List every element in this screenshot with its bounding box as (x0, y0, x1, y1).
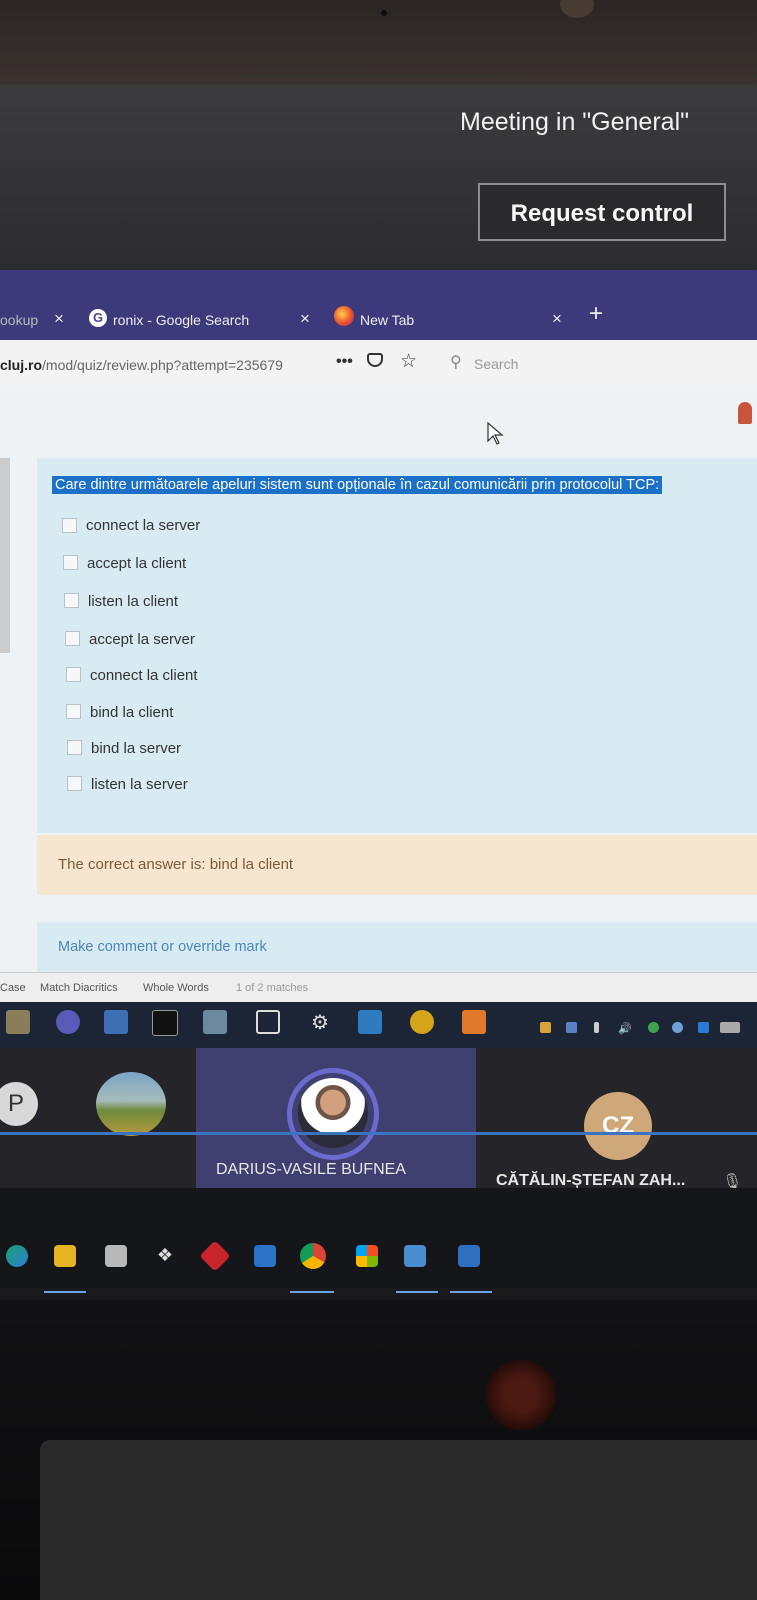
network-icon[interactable] (104, 1010, 128, 1034)
tray-icon[interactable] (540, 1022, 551, 1033)
answer-checkbox[interactable] (62, 518, 77, 533)
notification-bell-icon[interactable] (738, 402, 752, 424)
app-icon[interactable] (410, 1010, 434, 1034)
answer-checkbox[interactable] (66, 704, 81, 719)
meeting-title: Meeting in "General" (460, 108, 689, 136)
active-indicator (290, 1291, 334, 1293)
bookmark-star-icon[interactable]: ☆ (400, 350, 417, 373)
bluetooth-icon[interactable] (698, 1022, 709, 1033)
battery-icon (720, 1022, 740, 1033)
make-comment-link[interactable]: Make comment or override mark (58, 939, 267, 955)
active-indicator (44, 1291, 86, 1293)
file-explorer-icon[interactable] (54, 1245, 76, 1267)
tab-lookup[interactable]: ookup (0, 312, 38, 328)
active-indicator (396, 1291, 438, 1293)
answer-option: connect la client (90, 667, 198, 684)
answer-checkbox[interactable] (63, 555, 78, 570)
store-icon[interactable] (105, 1245, 127, 1267)
browser-tab-bar (0, 270, 757, 340)
mail-icon[interactable] (254, 1245, 276, 1267)
new-tab-button[interactable]: + (589, 300, 603, 328)
tab-close-icon[interactable]: × (54, 309, 64, 329)
teams-icon[interactable] (56, 1010, 80, 1034)
answer-option: listen la client (88, 593, 179, 610)
webcam (381, 10, 387, 16)
answer-option: bind la client (90, 704, 174, 721)
vs-code-icon[interactable] (358, 1010, 382, 1034)
search-icon: ⚲ (450, 354, 462, 371)
url-path: /mod/quiz/review.php?attempt=235679 (42, 357, 283, 373)
virtualbox-icon[interactable] (256, 1010, 280, 1034)
laptop-bezel (0, 0, 757, 85)
search-placeholder: Search (474, 356, 519, 372)
terminal-icon[interactable] (152, 1010, 178, 1036)
chrome-icon[interactable] (300, 1243, 326, 1269)
desk-surface (40, 1440, 757, 1600)
office-icon[interactable] (356, 1245, 378, 1267)
page-actions-menu-icon[interactable]: ••• (336, 353, 353, 371)
request-control-button[interactable]: Request control (478, 183, 726, 241)
tab-google-search[interactable]: ronix - Google Search (113, 312, 249, 328)
progress-line (0, 1132, 757, 1135)
url-host: cluj.ro (0, 357, 43, 373)
tray-icon[interactable] (672, 1022, 683, 1033)
app-icon[interactable] (404, 1245, 426, 1267)
firefox-icon (334, 306, 354, 326)
answer-option: accept la server (89, 631, 195, 648)
find-whole-words[interactable]: Whole Words (143, 982, 209, 994)
google-icon: G (89, 309, 107, 327)
tab-new-tab[interactable]: New Tab (360, 312, 414, 328)
active-indicator (450, 1291, 492, 1293)
participant-avatar[interactable] (96, 1072, 166, 1136)
tray-icon[interactable] (648, 1022, 659, 1033)
answer-checkbox[interactable] (64, 593, 79, 608)
settings-gear-icon[interactable]: ⚙ (308, 1010, 332, 1034)
volume-icon[interactable]: 🔊 (618, 1022, 632, 1035)
answer-option: accept la client (87, 555, 187, 572)
answer-checkbox[interactable] (67, 776, 82, 791)
find-match-case[interactable]: Case (0, 982, 26, 994)
feedback-text: The correct answer is: bind la client (58, 856, 294, 873)
speaker-name: DARIUS-VASILE BUFNEA (216, 1161, 406, 1178)
find-match-count: 1 of 2 matches (236, 982, 309, 994)
answer-checkbox[interactable] (65, 631, 80, 646)
url-text[interactable]: cluj.ro/mod/quiz/review.php?attempt=2356… (0, 357, 283, 373)
files-icon[interactable] (203, 1010, 227, 1034)
participant-avatar[interactable]: CZ (584, 1092, 652, 1160)
local-taskbar (0, 1188, 757, 1288)
usb-icon[interactable] (594, 1022, 599, 1033)
find-match-diacritics[interactable]: Match Diacritics (40, 982, 118, 994)
answer-option: bind la server (91, 740, 182, 757)
speaker-avatar[interactable] (298, 1078, 368, 1148)
edge-icon[interactable] (6, 1245, 28, 1267)
app-icon[interactable] (462, 1010, 486, 1034)
tab-close-icon[interactable]: × (552, 309, 562, 329)
mouse-cursor-icon (487, 422, 504, 445)
app-icon[interactable] (458, 1245, 480, 1267)
taskbar-app-icon[interactable] (6, 1010, 30, 1034)
dropbox-icon[interactable]: ❖ (154, 1245, 176, 1267)
answer-option: connect la server (86, 517, 201, 534)
tray-icon[interactable] (566, 1022, 577, 1033)
question-text: Care dintre următoarele apeluri sistem s… (52, 476, 663, 494)
tab-close-icon[interactable]: × (300, 309, 310, 329)
answer-checkbox[interactable] (67, 740, 82, 755)
answer-option: listen la server (91, 776, 188, 793)
left-panel-edge (0, 458, 10, 653)
answer-checkbox[interactable] (66, 667, 81, 682)
